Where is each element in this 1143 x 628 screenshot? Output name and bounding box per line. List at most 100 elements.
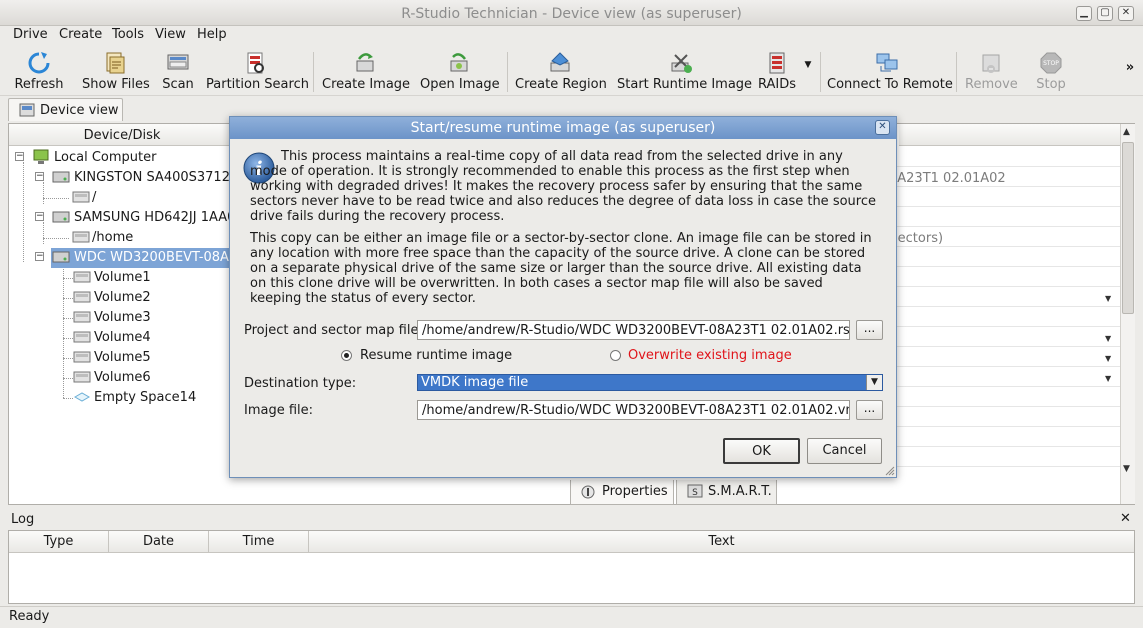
tree-item-volume[interactable]: Volume4 xyxy=(9,328,235,348)
tree-line xyxy=(63,398,73,399)
volume-icon xyxy=(73,291,91,303)
log-column-type[interactable]: Type xyxy=(9,531,109,553)
empty-space-icon xyxy=(73,392,91,402)
tree-item-volume[interactable]: / xyxy=(9,188,235,208)
tree-item-disk-selected[interactable]: − WDC WD3200BEVT-08A23T1 xyxy=(9,248,262,268)
raids-dropdown-arrow[interactable]: ▼ xyxy=(801,60,815,106)
tree-item-empty-space[interactable]: Empty Space14 xyxy=(9,388,235,408)
menu-create[interactable]: Create xyxy=(59,27,102,42)
vertical-scrollbar[interactable]: ▲ ▼ xyxy=(1120,124,1135,504)
toolbar: Refresh Show Files Scan Partition Search… xyxy=(0,46,1143,96)
tree-item-volume[interactable]: Volume1 xyxy=(9,268,235,288)
window-title: R-Studio Technician - Device view (as su… xyxy=(401,6,742,22)
destination-type-select[interactable]: VMDK image file ▼ xyxy=(417,374,883,391)
project-file-input[interactable]: /home/andrew/R-Studio/WDC WD3200BEVT-08A… xyxy=(417,320,850,340)
tree-line xyxy=(63,318,73,319)
close-window-button[interactable]: ✕ xyxy=(1118,6,1134,21)
collapse-toggle[interactable]: − xyxy=(35,212,44,221)
scroll-down-arrow[interactable]: ▼ xyxy=(1123,464,1130,474)
dialog-close-icon[interactable]: ✕ xyxy=(875,120,890,135)
create-image-button[interactable]: Create Image xyxy=(322,48,410,94)
resume-radio[interactable] xyxy=(341,350,352,361)
raids-button[interactable]: RAIDs xyxy=(758,48,796,94)
tree-item-volume[interactable]: Volume5 xyxy=(9,348,235,368)
scroll-up-arrow[interactable]: ▲ xyxy=(1123,127,1130,137)
collapse-toggle[interactable]: − xyxy=(35,172,44,181)
image-browse-button[interactable]: ... xyxy=(856,400,883,420)
dialog-paragraph-2: This copy can be either an image file or… xyxy=(250,231,872,306)
image-file-input[interactable]: /home/andrew/R-Studio/WDC WD3200BEVT-08A… xyxy=(417,400,850,420)
image-file-label: Image file: xyxy=(244,403,314,418)
runtime-image-dialog: Start/resume runtime image (as superuser… xyxy=(229,116,897,478)
log-column-date[interactable]: Date xyxy=(109,531,209,553)
stop-button[interactable]: STOP Stop xyxy=(1034,48,1068,94)
tree-line xyxy=(63,338,73,339)
tree-item-disk[interactable]: − SAMSUNG HD642JJ 1AA01 xyxy=(9,208,244,228)
tab-device-view[interactable]: Device view xyxy=(8,98,123,121)
volume-icon xyxy=(73,271,91,283)
project-file-label: Project and sector map file: xyxy=(244,323,423,338)
chevron-down-icon[interactable]: ▼ xyxy=(866,375,882,390)
smart-icon: S xyxy=(687,484,703,498)
menu-drive[interactable]: Drive xyxy=(13,27,48,42)
collapse-toggle[interactable]: − xyxy=(35,252,44,261)
start-runtime-image-button[interactable]: Start Runtime Image xyxy=(617,48,752,94)
connect-to-remote-button[interactable]: Connect To Remote xyxy=(827,48,953,94)
partition-search-button[interactable]: Partition Search xyxy=(206,48,309,94)
tree-item-local-computer[interactable]: − Local Computer xyxy=(9,148,235,168)
tree-item-volume[interactable]: Volume3 xyxy=(9,308,235,328)
remove-button[interactable]: Remove xyxy=(965,48,1018,94)
menu-tools[interactable]: Tools xyxy=(112,27,144,42)
hard-disk-icon xyxy=(52,171,70,183)
tree-item-volume[interactable]: Volume6 xyxy=(9,368,235,388)
refresh-icon xyxy=(28,52,50,74)
remove-icon xyxy=(982,54,1000,73)
log-column-text[interactable]: Text xyxy=(309,531,1134,553)
partition-search-icon xyxy=(247,52,264,74)
menu-view[interactable]: View xyxy=(155,27,186,42)
raids-icon xyxy=(769,52,785,74)
property-dropdown-arrow[interactable]: ▼ xyxy=(1105,374,1111,383)
resize-grip-icon[interactable] xyxy=(884,465,895,476)
overwrite-radio[interactable] xyxy=(610,350,621,361)
dialog-paragraph-1: This process maintains a real-time copy … xyxy=(250,149,876,224)
tab-properties[interactable]: Properties xyxy=(570,480,674,505)
cancel-button[interactable]: Cancel xyxy=(807,438,882,464)
maximize-button[interactable]: ▢ xyxy=(1097,6,1113,21)
stop-icon: STOP xyxy=(1040,52,1062,74)
tab-smart[interactable]: S S.M.A.R.T. xyxy=(676,480,777,505)
ok-button[interactable]: OK xyxy=(723,438,800,464)
resume-radio-label[interactable]: Resume runtime image xyxy=(360,348,512,363)
status-bar: Ready xyxy=(0,606,1143,628)
tree-item-volume[interactable]: /home xyxy=(9,228,235,248)
menu-bar: Drive Create Tools View Help xyxy=(0,26,1143,46)
toolbar-overflow-button[interactable]: » xyxy=(1123,60,1137,106)
show-files-icon xyxy=(106,52,125,74)
device-disk-column-header[interactable]: Device/Disk xyxy=(9,128,235,143)
menu-help[interactable]: Help xyxy=(197,27,227,42)
property-dropdown-arrow[interactable]: ▼ xyxy=(1105,354,1111,363)
property-dropdown-arrow[interactable]: ▼ xyxy=(1105,334,1111,343)
log-close-icon[interactable]: ✕ xyxy=(1120,511,1131,526)
open-image-button[interactable]: Open Image xyxy=(420,48,500,94)
scan-button[interactable]: Scan xyxy=(160,48,196,94)
tree-item-volume[interactable]: Volume2 xyxy=(9,288,235,308)
overwrite-radio-label[interactable]: Overwrite existing image xyxy=(628,348,792,363)
property-dropdown-arrow[interactable]: ▼ xyxy=(1105,294,1111,303)
scrollbar-thumb[interactable] xyxy=(1122,142,1134,314)
destination-type-label: Destination type: xyxy=(244,376,357,391)
minimize-button[interactable]: ▁ xyxy=(1076,6,1092,21)
toolbar-separator xyxy=(313,52,314,92)
refresh-button[interactable]: Refresh xyxy=(14,48,64,94)
collapse-toggle[interactable]: − xyxy=(15,152,24,161)
show-files-button[interactable]: Show Files xyxy=(82,48,150,94)
log-column-time[interactable]: Time xyxy=(209,531,309,553)
log-title: Log xyxy=(11,512,35,527)
scan-icon xyxy=(167,54,189,70)
project-browse-button[interactable]: ... xyxy=(856,320,883,340)
create-region-button[interactable]: Create Region xyxy=(515,48,607,94)
create-region-icon xyxy=(550,52,570,72)
tree-item-disk[interactable]: − KINGSTON SA400S37120G xyxy=(9,168,248,188)
log-panel: Type Date Time Text xyxy=(8,530,1135,604)
window-titlebar: R-Studio Technician - Device view (as su… xyxy=(0,0,1143,26)
